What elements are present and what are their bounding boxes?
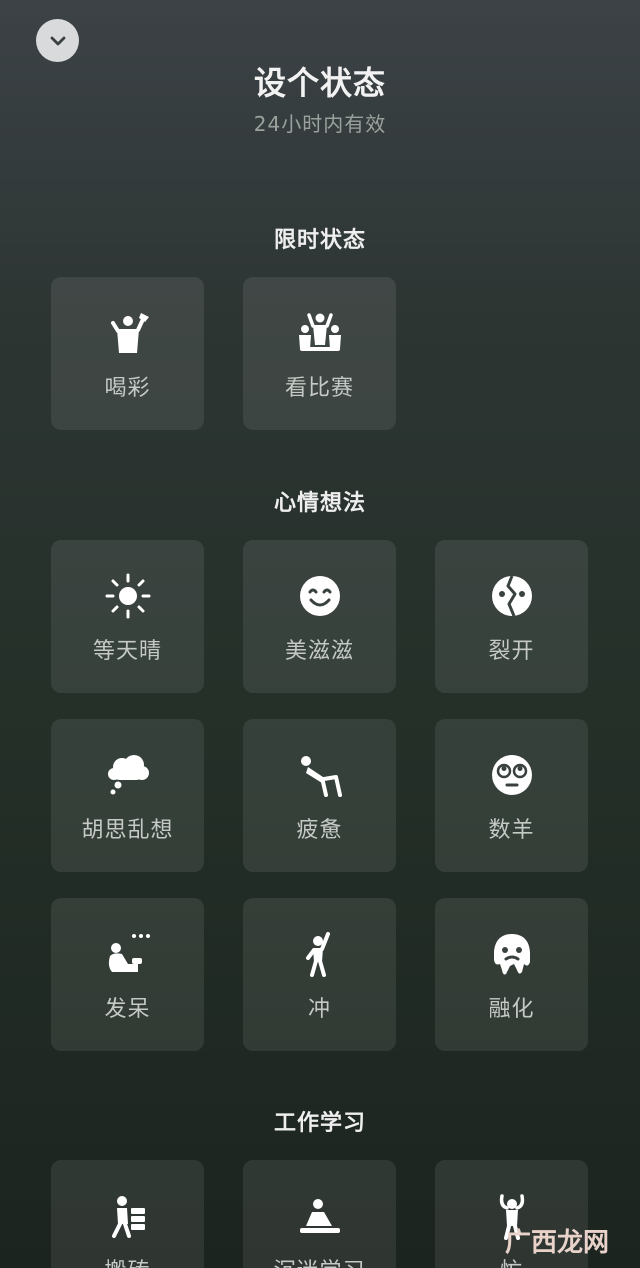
page-title: 设个状态 xyxy=(253,64,386,102)
status-tile-tired[interactable]: 疲惫 xyxy=(243,719,396,872)
watermark: 广西龙网 xyxy=(505,1228,610,1258)
status-tile-sheep[interactable]: 数羊 xyxy=(435,719,588,872)
status-label: 看比赛 xyxy=(284,376,354,401)
status-label: 疲惫 xyxy=(296,818,343,843)
section-title-mood: 心情想法 xyxy=(273,491,366,516)
status-tile-bricks[interactable]: 搬砖 xyxy=(51,1160,204,1268)
status-label: 等天晴 xyxy=(92,639,162,664)
status-tile-charge[interactable]: 冲 xyxy=(243,898,396,1051)
section-title-limited: 限时状态 xyxy=(273,228,366,253)
status-tile-smile[interactable]: 美滋滋 xyxy=(243,540,396,693)
status-label: 沉迷学习 xyxy=(243,1253,396,1268)
status-tile-watch-game[interactable]: 看比赛 xyxy=(243,277,396,430)
status-label: 冲 xyxy=(307,997,331,1022)
watch-game-icon xyxy=(296,309,344,357)
section-title-work: 工作学习 xyxy=(273,1111,366,1136)
sun-icon xyxy=(104,572,152,620)
thought-cloud-icon xyxy=(104,751,152,799)
status-label: 裂开 xyxy=(488,639,535,664)
page-subtitle: 24小时内有效 xyxy=(253,112,387,136)
counting-sheep-icon xyxy=(488,751,536,799)
status-label: 喝彩 xyxy=(104,376,151,401)
status-label: 美滋滋 xyxy=(284,639,354,664)
studying-icon xyxy=(296,1192,344,1240)
status-tile-melt[interactable]: 融化 xyxy=(435,898,588,1051)
status-tile-studying[interactable]: 沉迷学习 xyxy=(243,1160,396,1268)
status-label: 胡思乱想 xyxy=(81,818,174,843)
status-tile-daze[interactable]: 发呆 xyxy=(51,898,204,1051)
melting-icon xyxy=(488,930,536,978)
smile-icon xyxy=(296,572,344,620)
status-tile-sun[interactable]: 等天晴 xyxy=(51,540,204,693)
chevron-down-icon xyxy=(50,36,65,45)
tired-icon xyxy=(296,751,344,799)
moving-bricks-icon xyxy=(104,1192,152,1240)
collapse-button[interactable] xyxy=(36,19,79,62)
status-tile-thought[interactable]: 胡思乱想 xyxy=(51,719,204,872)
status-label: 发呆 xyxy=(104,997,151,1022)
daze-icon xyxy=(104,930,152,978)
charge-icon xyxy=(296,930,344,978)
status-tile-cheer[interactable]: 喝彩 xyxy=(51,277,204,430)
status-tile-broken[interactable]: 裂开 xyxy=(435,540,588,693)
cheer-icon xyxy=(104,309,152,357)
status-label: 融化 xyxy=(488,997,535,1022)
status-label: 搬砖 xyxy=(51,1253,204,1268)
status-label: 数羊 xyxy=(488,818,535,843)
broken-face-icon xyxy=(488,572,536,620)
